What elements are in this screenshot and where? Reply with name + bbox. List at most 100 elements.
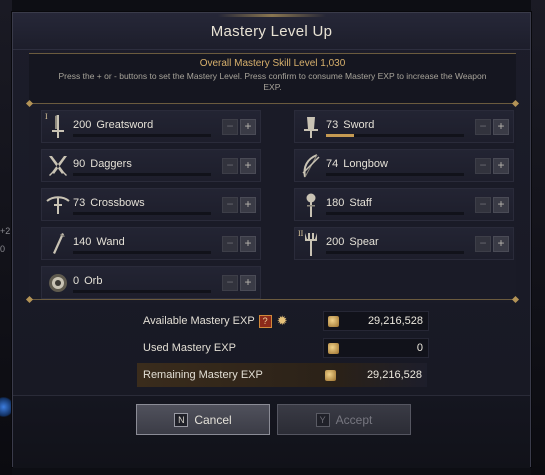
- wand-icon: [46, 231, 70, 257]
- rank-badge: II: [298, 229, 304, 238]
- cancel-label: Cancel: [194, 412, 232, 427]
- skill-progress-bar: [73, 212, 211, 215]
- increase-level-button[interactable]: +: [240, 236, 256, 252]
- available-exp-value-box: 29,216,528: [323, 311, 429, 331]
- skill-name: Longbow: [343, 158, 388, 170]
- level-adjust-buttons: − +: [475, 236, 509, 252]
- skill-name: Crossbows: [90, 197, 145, 209]
- skill-row-wand: 140 Wand − +: [41, 227, 261, 260]
- window-title: Mastery Level Up: [210, 22, 333, 40]
- remaining-exp-label: Remaining Mastery EXP: [143, 369, 263, 381]
- cancel-button[interactable]: N Cancel: [136, 404, 270, 435]
- skill-level: 200: [326, 236, 345, 248]
- help-icon[interactable]: ?: [258, 314, 272, 328]
- decrease-level-button[interactable]: −: [475, 158, 491, 174]
- decrease-level-button[interactable]: −: [475, 197, 491, 213]
- accept-hotkey: Y: [315, 412, 330, 427]
- remaining-exp-value-box: 29,216,528: [321, 365, 427, 385]
- skill-row-daggers: 90 Daggers − +: [41, 149, 261, 182]
- decrease-level-button[interactable]: −: [222, 236, 238, 252]
- increase-level-button[interactable]: +: [240, 119, 256, 135]
- skill-label: 180 Staff: [326, 197, 372, 209]
- level-adjust-buttons: − +: [475, 119, 509, 135]
- skill-row-sword: 73 Sword − +: [294, 110, 514, 143]
- skill-level: 180: [326, 197, 345, 209]
- orb-icon: [46, 270, 70, 296]
- sword-icon: [299, 114, 323, 140]
- accept-label: Accept: [335, 412, 373, 427]
- daggers-icon: [46, 153, 70, 179]
- decrease-level-button[interactable]: −: [222, 119, 238, 135]
- longbow-icon: [299, 153, 323, 179]
- increase-level-button[interactable]: +: [240, 275, 256, 291]
- skill-name: Wand: [96, 236, 125, 248]
- skill-label: 200 Spear: [326, 236, 379, 248]
- skill-progress-bar: [326, 212, 464, 215]
- skill-progress-bar: [73, 134, 211, 137]
- title-ornament: [218, 14, 326, 17]
- accept-button[interactable]: Y Accept: [277, 404, 411, 435]
- instructions-text: Press the + or - buttons to set the Mast…: [58, 71, 487, 92]
- skill-name: Greatsword: [96, 119, 154, 131]
- available-exp-value: 29,216,528: [367, 315, 423, 327]
- increase-level-button[interactable]: +: [240, 197, 256, 213]
- skill-row-longbow: 74 Longbow − +: [294, 149, 514, 182]
- background-orb-icon: [0, 395, 12, 419]
- cancel-hotkey: N: [174, 412, 189, 427]
- rank-badge: I: [45, 112, 48, 121]
- increase-level-button[interactable]: +: [493, 158, 509, 174]
- increase-level-button[interactable]: +: [493, 236, 509, 252]
- skill-label: 73 Sword: [326, 119, 374, 131]
- greatsword-icon: [46, 114, 70, 140]
- skill-label: 200 Greatsword: [73, 119, 153, 131]
- skill-label: 0 Orb: [73, 275, 102, 287]
- skill-progress-bar: [73, 290, 211, 293]
- used-exp-value: 0: [416, 342, 423, 354]
- mastery-exp-icon: [328, 342, 339, 354]
- skill-name: Daggers: [90, 158, 132, 170]
- increase-level-button[interactable]: +: [493, 197, 509, 213]
- overall-mastery-level: Overall Mastery Skill Level 1,030: [199, 58, 346, 69]
- skill-name: Orb: [84, 275, 103, 287]
- level-adjust-buttons: − +: [475, 158, 509, 174]
- skill-row-crossbows: 73 Crossbows − +: [41, 188, 261, 221]
- used-exp-value-box: 0: [323, 338, 429, 358]
- mastery-exp-icon: [328, 315, 339, 327]
- skill-name: Staff: [349, 197, 372, 209]
- level-adjust-buttons: − +: [222, 158, 256, 174]
- skill-progress-bar: [326, 251, 464, 254]
- used-exp-label: Used Mastery EXP: [143, 342, 236, 354]
- skill-level: 74: [326, 158, 339, 170]
- increase-level-button[interactable]: +: [240, 158, 256, 174]
- divider-bottom: [25, 295, 520, 304]
- level-adjust-buttons: − +: [222, 119, 256, 135]
- decrease-level-button[interactable]: −: [222, 275, 238, 291]
- remaining-exp-value: 29,216,528: [366, 369, 422, 381]
- skill-label: 140 Wand: [73, 236, 125, 248]
- decrease-level-button[interactable]: −: [222, 197, 238, 213]
- skills-panel: I 200 Greatsword − +73 Sword − +90 Daggers − +74 Lo…: [29, 107, 516, 303]
- skill-row-staff: 180 Staff − +: [294, 188, 514, 221]
- increase-level-button[interactable]: +: [493, 119, 509, 135]
- remaining-exp-row: Remaining Mastery EXP 29,216,528: [137, 363, 427, 387]
- sun-icon: ✹: [276, 313, 288, 328]
- skill-level: 140: [73, 236, 92, 248]
- skill-level: 73: [326, 119, 339, 131]
- decrease-level-button[interactable]: −: [475, 236, 491, 252]
- divider-top: [25, 99, 520, 108]
- skill-name: Sword: [343, 119, 375, 131]
- skill-row-greatsword: I 200 Greatsword − +: [41, 110, 261, 143]
- exp-summary: Available Mastery EXP? ✹ 29,216,528 Used …: [29, 309, 516, 389]
- skill-progress-bar: [326, 173, 464, 176]
- level-adjust-buttons: − +: [222, 275, 256, 291]
- decrease-level-button[interactable]: −: [222, 158, 238, 174]
- level-adjust-buttons: − +: [222, 236, 256, 252]
- crossbow-icon: [46, 192, 70, 218]
- level-adjust-buttons: − +: [475, 197, 509, 213]
- decrease-level-button[interactable]: −: [475, 119, 491, 135]
- skill-progress-bar: [73, 251, 211, 254]
- footer-bar: [13, 395, 530, 468]
- skill-progress-bar: [326, 134, 464, 137]
- skill-row-orb: 0 Orb − +: [41, 266, 261, 299]
- skill-progress-bar: [73, 173, 211, 176]
